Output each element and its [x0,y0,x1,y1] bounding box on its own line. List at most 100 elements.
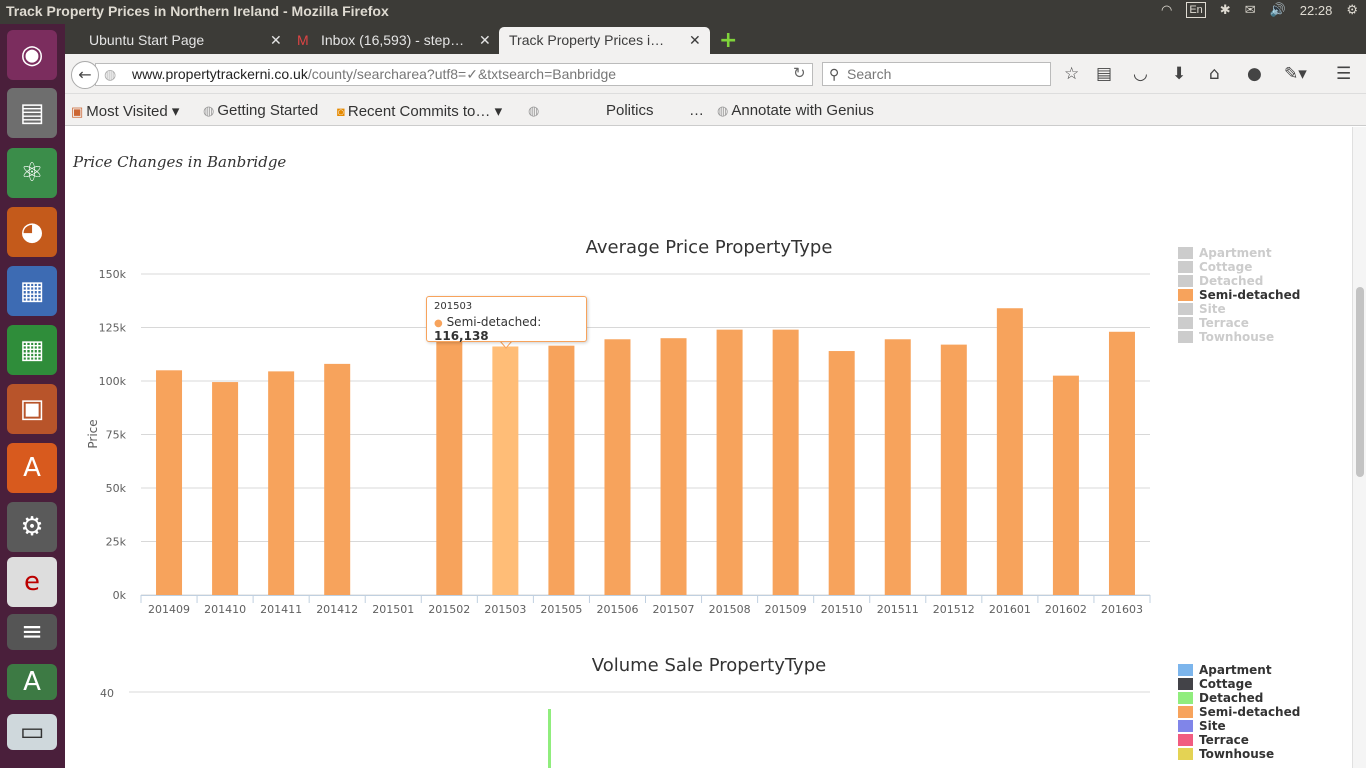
tab-label: Track Property Prices i… [509,32,665,48]
scrollbar-thumb[interactable] [1356,287,1364,477]
legend-label: Terrace [1199,316,1249,330]
legend-item[interactable]: Detached [1178,274,1300,288]
legend-item[interactable]: Apartment [1178,246,1300,260]
legend-item[interactable]: Terrace [1178,316,1300,330]
settings-gear-icon[interactable]: ⚙ [1346,2,1358,18]
text-editor-icon[interactable]: e [7,557,57,607]
bookmark-globe[interactable]: ◍ [528,102,542,119]
legend-label: Detached [1199,691,1264,705]
url-host: www.propertytrackerni.co.uk [132,66,308,82]
extension-icon[interactable]: ✎▾ [1284,64,1307,84]
chat-icon[interactable]: ● [1247,64,1262,84]
legend-swatch [1178,303,1193,315]
legend-item[interactable]: Townhouse [1178,330,1300,344]
reload-icon[interactable]: ↻ [793,64,806,82]
impress-icon[interactable]: ▣ [7,384,57,434]
tab-ubuntu-start[interactable]: Ubuntu Start Page ✕ [65,27,287,54]
legend-label: Townhouse [1199,330,1275,344]
close-icon[interactable]: ✕ [270,32,282,49]
legend-swatch [1178,247,1193,259]
legend-item[interactable]: Cottage [1178,677,1300,691]
system-top-bar: Track Property Prices in Northern Irelan… [0,0,1366,24]
files-icon[interactable]: ▤ [7,88,57,138]
bookmarks-toolbar: ▣ Most Visited ▾ ◍ Getting Started ◙ Recent… [65,94,1366,126]
legend-swatch [1178,678,1193,690]
legend-item[interactable]: Semi-detached [1178,288,1300,302]
back-button[interactable]: ← [71,61,99,89]
bookmark-label: Annotate with Genius [731,102,874,119]
legend-item[interactable]: Site [1178,719,1300,733]
legend-item[interactable]: Site [1178,302,1300,316]
legend-label: Cottage [1199,260,1253,274]
navigation-toolbar: ◍ www.propertytrackerni.co.uk/county/sea… [65,54,1366,94]
app-a-icon[interactable]: A [7,664,57,700]
close-icon[interactable]: ✕ [479,32,491,49]
mail-icon[interactable]: ✉ [1245,2,1256,18]
pocket-icon[interactable]: ◡ [1133,64,1148,84]
chart-tooltip: 201503 ● Semi-detached: 116,138 [426,296,587,343]
clock[interactable]: 22:28 [1300,3,1333,18]
close-icon[interactable]: ✕ [689,32,701,49]
calc-icon[interactable]: ▦ [7,325,57,375]
legend-item[interactable]: Terrace [1178,733,1300,747]
legend-label: Apartment [1199,663,1272,677]
url-path: /county/searcharea?utf8=✓&txtsearch=Banb… [307,66,617,82]
legend-swatch [1178,748,1193,760]
legend-label: Semi-detached [1199,288,1301,302]
writer-icon[interactable]: ▦ [7,266,57,316]
legend-item[interactable]: Detached [1178,691,1300,705]
legend-label: Apartment [1199,246,1272,260]
home-icon[interactable]: ⌂ [1209,64,1220,84]
legend-label: Site [1199,302,1226,316]
system-settings-icon[interactable]: ⚙ [7,502,57,552]
reading-list-icon[interactable]: ▤ [1096,64,1112,84]
page-scrollbar[interactable] [1352,127,1366,768]
legend-swatch [1178,275,1193,287]
legend-label: Townhouse [1199,747,1275,761]
atom-editor-icon[interactable]: ⚛ [7,148,57,198]
app-stack-icon[interactable]: ≡ [7,614,57,650]
legend-item[interactable]: Townhouse [1178,747,1300,761]
legend-swatch [1178,664,1193,676]
new-tab-plus-icon[interactable]: + [719,28,737,53]
bookmark-recent-commits[interactable]: ◙ Recent Commits to… ▾ [337,102,502,120]
legend-item[interactable]: Semi-detached [1178,705,1300,719]
page-content: Price Changes in Banbridge Average Price… [65,127,1352,768]
bookmark-star-icon[interactable]: ☆ [1064,64,1079,84]
volume-icon[interactable]: 🔊 [1270,2,1286,18]
firefox-icon[interactable]: ◕ [7,207,57,257]
search-input[interactable]: ⚲ Search [822,62,1051,86]
url-bar[interactable]: ◍ www.propertytrackerni.co.uk/county/sea… [95,63,813,86]
downloads-icon[interactable]: ⬇ [1172,64,1186,84]
search-icon: ⚲ [829,66,840,82]
wifi-icon[interactable]: ◠ [1161,2,1172,18]
keyboard-layout-indicator[interactable]: En [1186,2,1206,18]
bookmark-politics[interactable]: Politics [606,102,654,119]
software-center-icon[interactable]: A [7,443,57,493]
legend-label: Cottage [1199,677,1253,691]
chart-title: Volume Sale PropertyType [592,655,826,676]
legend-label: Semi-detached [1199,705,1301,719]
bookmark-getting-started[interactable]: ◍ Getting Started [203,102,318,119]
legend-item[interactable]: Cottage [1178,260,1300,274]
globe-icon: ◍ [717,103,729,118]
tab-strip: Ubuntu Start Page ✕ M Inbox (16,593) - s… [65,24,1366,54]
legend-swatch [1178,261,1193,273]
bluetooth-icon[interactable]: ✱ [1220,2,1231,18]
bookmark-annotate-genius[interactable]: ◍ Annotate with Genius [717,102,874,119]
bookmark-overflow[interactable]: … [689,102,704,119]
legend-item[interactable]: Apartment [1178,663,1300,677]
app-b-icon[interactable]: ▭ [7,714,57,750]
bookmark-label: Most Visited [86,103,168,120]
tooltip-value: 116,138 [434,329,489,343]
average-price-legend: Apartment Cottage Detached Semi-detached Sit… [1178,246,1300,344]
legend-swatch [1178,720,1193,732]
tab-track-property[interactable]: Track Property Prices i… ✕ [499,27,710,54]
tab-inbox[interactable]: M Inbox (16,593) - step… ✕ [291,27,497,54]
tab-label: Ubuntu Start Page [89,32,205,48]
ubuntu-dash-icon[interactable]: ◉ [7,30,57,80]
bookmark-most-visited[interactable]: ▣ Most Visited ▾ [71,102,179,120]
tab-label: Inbox (16,593) - step… [321,32,465,48]
tooltip-category: 201503 [434,301,473,312]
menu-hamburger-icon[interactable]: ☰ [1336,64,1351,84]
